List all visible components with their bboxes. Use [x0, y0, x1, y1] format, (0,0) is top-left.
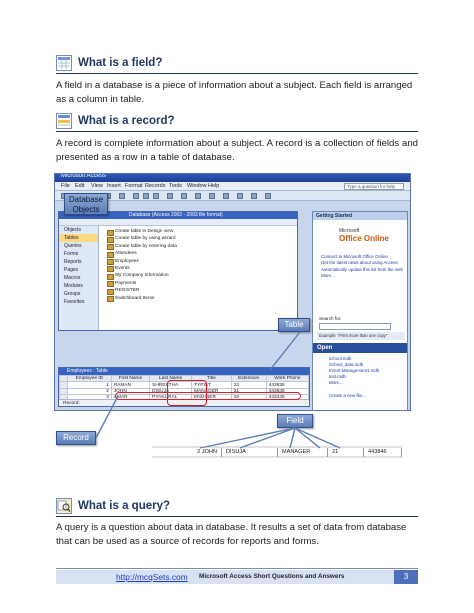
strip-cell: DISUJA — [222, 448, 278, 457]
field-strip: 2 JOHN DISUJA MANAGER 21 443846 — [152, 448, 402, 457]
query-paragraph: A query is a question about data in data… — [56, 522, 407, 547]
query-heading: What is a query? — [56, 498, 170, 514]
query-heading-text: What is a query? — [78, 500, 171, 512]
footer-link[interactable]: http://mcqSets.com — [116, 572, 188, 582]
footer-rule — [56, 568, 418, 569]
footer-title: Microsoft Access Short Questions and Ans… — [199, 573, 345, 580]
page-footer: http://mcqSets.com Microsoft Access Shor… — [56, 570, 418, 584]
query-heading-rule — [56, 516, 418, 517]
strip-cell: MANAGER — [278, 448, 328, 457]
page-number: 3 — [394, 570, 418, 584]
strip-cell: 443846 — [364, 448, 402, 457]
strip-cell: 2 JOHN — [152, 448, 222, 457]
query-icon — [56, 498, 72, 514]
strip-cell: 21 — [328, 448, 364, 457]
